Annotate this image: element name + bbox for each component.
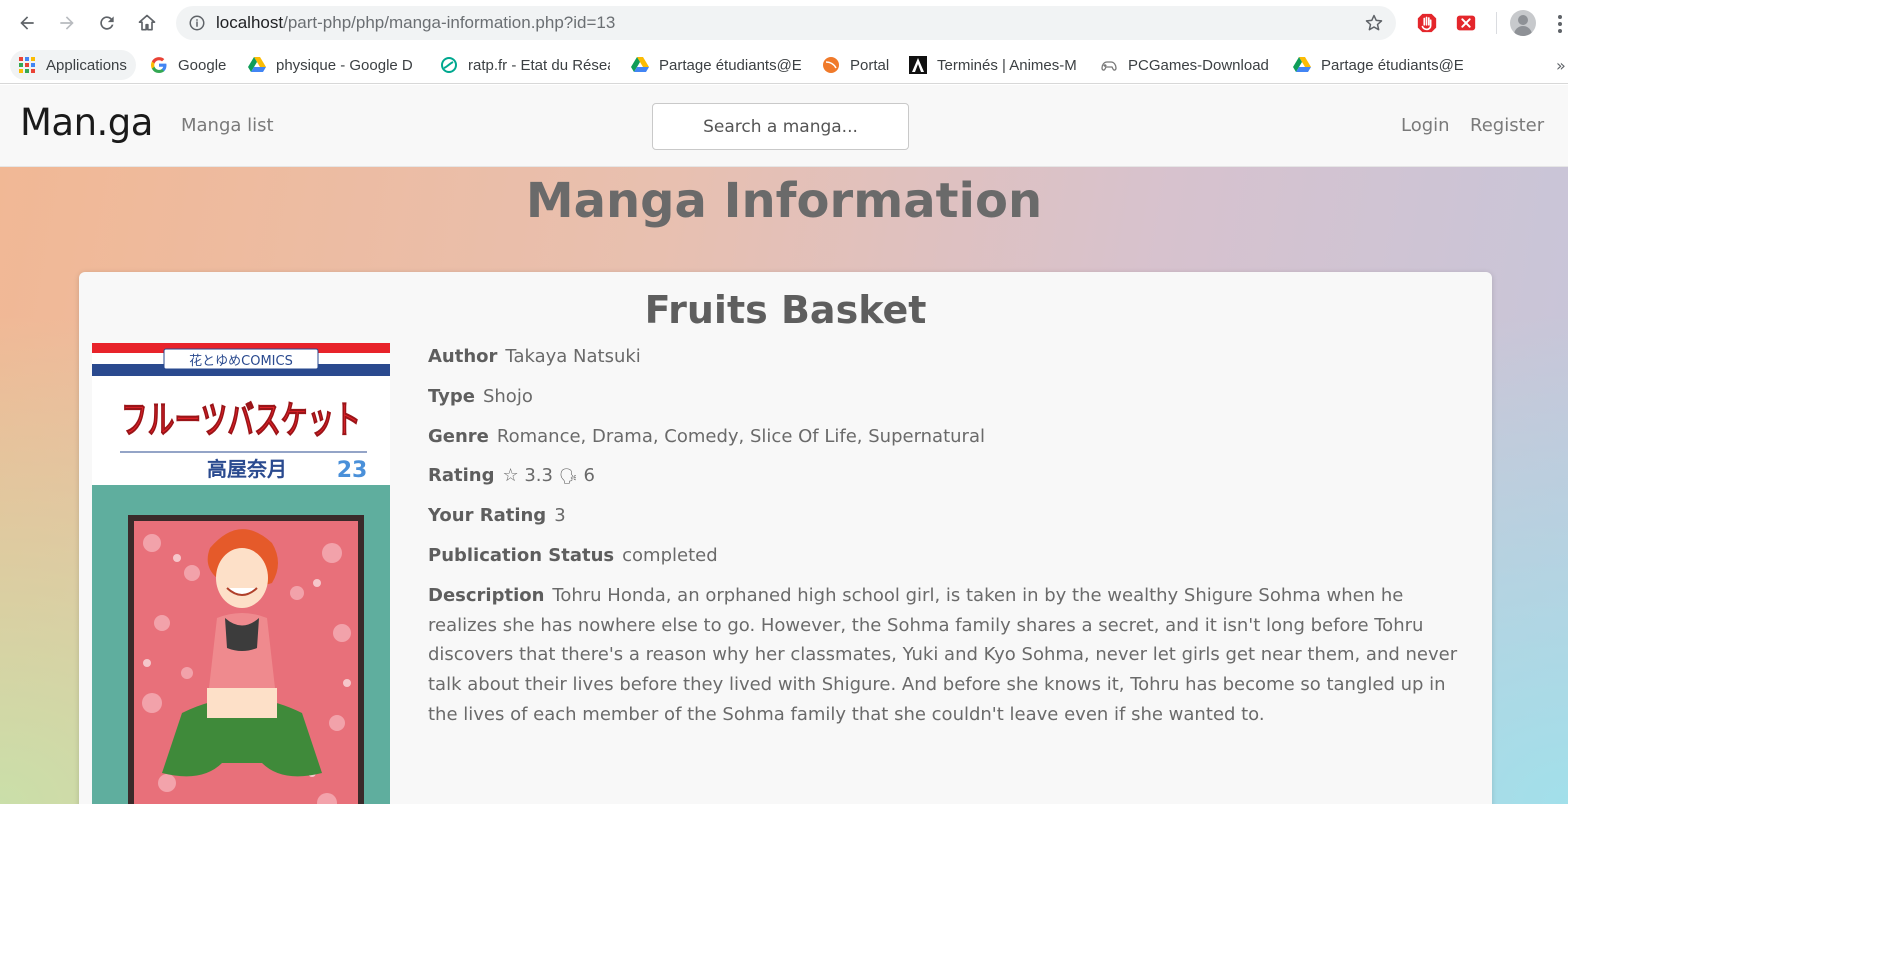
cover-volume: 23 xyxy=(337,458,368,483)
google-icon xyxy=(151,57,167,73)
your-rating-label: Your Rating xyxy=(428,505,547,527)
url-path: /part-php/php/manga-information.php?id=1… xyxy=(283,13,616,32)
author-row: Author Takaya Natsuki xyxy=(428,346,1473,386)
profile-avatar-icon[interactable] xyxy=(1510,10,1536,36)
manga-list-link[interactable]: Manga list xyxy=(181,115,274,136)
your-rating-value: 3 xyxy=(554,505,566,527)
bookmark-star-icon[interactable] xyxy=(1364,13,1384,33)
author-label: Author xyxy=(428,346,498,367)
status-value: completed xyxy=(622,544,718,566)
manga-cover-image: 花とゆめCOMICS フルーツバスケット 高屋奈月 23 xyxy=(92,343,390,804)
ratp-icon xyxy=(441,57,457,73)
browser-toolbar: localhost/part-php/php/manga-information… xyxy=(0,0,1568,46)
bookmark-partage-2[interactable]: Partage étudiants@E xyxy=(1293,50,1463,80)
rating-label: Rating xyxy=(428,465,495,487)
your-rating-row: Your Rating 3 xyxy=(428,505,1473,545)
close-extension-icon[interactable] xyxy=(1455,12,1477,34)
description-text: Tohru Honda, an orphaned high school gir… xyxy=(428,584,1458,725)
type-row: Type Shojo xyxy=(428,386,1473,426)
toolbar-divider xyxy=(1496,12,1497,34)
google-drive-icon xyxy=(631,57,649,72)
author-value: Takaya Natsuki xyxy=(505,346,641,367)
login-link[interactable]: Login xyxy=(1401,115,1450,136)
speaking-head-icon: 🗣 xyxy=(558,467,578,486)
votes-count: 6 xyxy=(583,465,595,487)
back-arrow-icon[interactable] xyxy=(13,9,41,37)
content-background: Manga Information Fruits Basket 花とゆめCOMI… xyxy=(0,167,1568,804)
manga-details: Author Takaya Natsuki Type Shojo Genre Roma… xyxy=(428,346,1473,730)
bookmark-animes[interactable]: Terminés | Animes-M xyxy=(909,50,1079,80)
description-label: Description xyxy=(428,584,545,606)
portal-icon xyxy=(823,57,839,73)
bookmark-pcgames[interactable]: PCGames-Download xyxy=(1100,50,1270,80)
bookmark-ratp[interactable]: ratp.fr - Etat du Résea xyxy=(440,50,610,80)
bookmark-label: Applications xyxy=(46,56,127,74)
bookmark-label: Partage étudiants@E xyxy=(659,56,801,74)
search-input[interactable] xyxy=(652,103,909,150)
bookmark-label: ratp.fr - Etat du Résea xyxy=(468,56,610,74)
home-icon[interactable] xyxy=(133,9,161,37)
bookmark-label: Terminés | Animes-M xyxy=(937,56,1077,74)
cover-jp-author: 高屋奈月 xyxy=(207,457,287,481)
manga-title: Fruits Basket xyxy=(644,288,927,332)
description-block: Description Tohru Honda, an orphaned high… xyxy=(428,581,1473,730)
bookmark-google[interactable]: Google xyxy=(150,50,235,80)
bookmark-label: Portal xyxy=(850,56,890,74)
cover-artwork: 花とゆめCOMICS フルーツバスケット 高屋奈月 23 xyxy=(92,343,390,804)
adblock-extension-icon[interactable] xyxy=(1416,12,1438,34)
info-icon[interactable] xyxy=(188,14,206,32)
bookmark-label: Google xyxy=(178,56,227,74)
status-label: Publication Status xyxy=(428,544,615,566)
gamepad-icon xyxy=(1101,61,1117,71)
bookmark-label: PCGames-Download xyxy=(1128,56,1269,74)
cover-imprint: 花とゆめCOMICS xyxy=(189,353,293,369)
genre-value: Romance, Drama, Comedy, Slice Of Life, S… xyxy=(496,425,985,447)
address-bar[interactable]: localhost/part-php/php/manga-information… xyxy=(176,6,1396,40)
genre-row: Genre Romance, Drama, Comedy, Slice Of Li… xyxy=(428,426,1473,466)
url-text: localhost/part-php/php/manga-information… xyxy=(216,13,615,33)
apps-grid-icon xyxy=(19,57,35,73)
more-bookmarks-button[interactable]: » xyxy=(1556,56,1566,75)
anime-icon xyxy=(909,56,927,74)
page-title: Manga Information xyxy=(525,173,1043,229)
forward-arrow-icon[interactable] xyxy=(53,9,81,37)
rating-value: 3.3 xyxy=(524,465,553,487)
page-viewport: Man.ga Manga list Login Register Manga I… xyxy=(0,85,1568,804)
bookmark-label: physique - Google D xyxy=(276,56,413,74)
bookmark-applications[interactable]: Applications xyxy=(10,50,136,80)
bookmark-physique[interactable]: physique - Google D xyxy=(248,50,418,80)
star-icon: ☆ xyxy=(502,465,519,487)
register-link[interactable]: Register xyxy=(1470,115,1544,136)
google-drive-icon xyxy=(248,57,266,72)
bookmark-portal[interactable]: Portal xyxy=(822,50,897,80)
google-drive-icon xyxy=(1293,57,1311,72)
url-host: localhost xyxy=(216,13,284,32)
bookmarks-bar: Applications Google physique - Google D … xyxy=(0,46,1568,84)
type-value: Shojo xyxy=(482,385,533,407)
bookmark-label: Partage étudiants@E xyxy=(1321,56,1463,74)
reload-icon[interactable] xyxy=(93,9,121,37)
status-row: Publication Status completed xyxy=(428,545,1473,585)
genre-label: Genre xyxy=(428,425,489,447)
type-label: Type xyxy=(428,385,475,407)
rating-row: Rating ☆ 3.3 🗣 6 xyxy=(428,465,1473,505)
site-navbar: Man.ga Manga list Login Register xyxy=(0,85,1568,167)
menu-kebab-icon[interactable] xyxy=(1552,13,1568,35)
cover-jp-title: フルーツバスケット xyxy=(121,398,361,442)
brand-logo[interactable]: Man.ga xyxy=(20,101,153,144)
manga-card: Fruits Basket 花とゆめCOMICS フルーツバスケット 高屋奈月 … xyxy=(79,272,1492,804)
bookmark-partage-1[interactable]: Partage étudiants@E xyxy=(631,50,801,80)
